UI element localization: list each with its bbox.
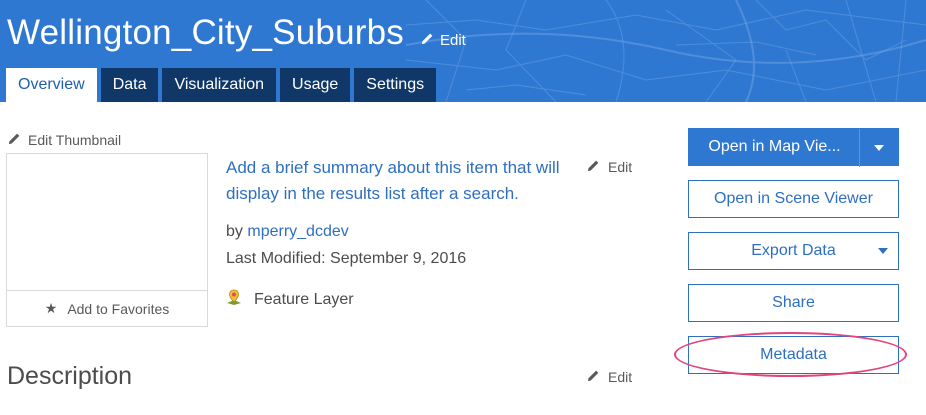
tab-usage[interactable]: Usage <box>280 68 351 102</box>
pencil-icon <box>587 369 600 385</box>
item-header: Wellington_City_Suburbs Edit Overview Da… <box>0 0 926 102</box>
open-in-map-viewer-button[interactable]: Open in Map Vie... <box>688 128 899 167</box>
add-to-favorites-label: Add to Favorites <box>67 300 170 317</box>
owner-line: by mperry_dcdev <box>226 223 349 241</box>
pencil-icon <box>8 132 21 148</box>
description-edit-label: Edit <box>608 369 633 385</box>
description-heading: Description <box>7 362 133 390</box>
summary-edit-button[interactable]: Edit <box>587 159 632 175</box>
feature-layer-icon <box>226 289 242 310</box>
metadata-label: Metadata <box>760 346 827 363</box>
title-edit-label: Edit <box>440 32 466 49</box>
item-type: Feature Layer <box>226 289 354 310</box>
edit-thumbnail-button[interactable]: Edit Thumbnail <box>8 132 121 148</box>
thumbnail-image <box>7 154 207 291</box>
share-button[interactable]: Share <box>688 284 899 322</box>
description-edit-button[interactable]: Edit <box>587 369 632 385</box>
caret-down-icon <box>874 145 884 151</box>
last-modified: Last Modified: September 9, 2016 <box>226 250 467 267</box>
share-label: Share <box>772 294 815 311</box>
tab-settings[interactable]: Settings <box>354 68 437 102</box>
open-in-scene-viewer-label: Open in Scene Viewer <box>714 190 873 207</box>
thumbnail-card: ★ Add to Favorites <box>6 153 208 327</box>
by-prefix: by <box>226 223 243 240</box>
tab-overview[interactable]: Overview <box>6 68 97 102</box>
export-data-button[interactable]: Export Data <box>688 232 899 270</box>
edit-thumbnail-label: Edit Thumbnail <box>28 132 122 148</box>
caret-down-icon <box>878 248 888 254</box>
pencil-icon <box>421 32 434 49</box>
tab-visualization[interactable]: Visualization <box>162 68 277 102</box>
title-edit-button[interactable]: Edit <box>421 32 466 49</box>
pencil-icon <box>587 159 600 175</box>
item-summary: Add a brief summary about this item that… <box>226 158 560 203</box>
star-icon: ★ <box>44 300 58 316</box>
summary-edit-label: Edit <box>608 159 633 175</box>
map-viewer-dropdown-toggle[interactable] <box>859 129 898 167</box>
metadata-button[interactable]: Metadata <box>688 336 899 374</box>
open-in-map-viewer-label: Open in Map Vie... <box>708 138 841 155</box>
header-map-pattern <box>406 0 926 102</box>
open-in-scene-viewer-button[interactable]: Open in Scene Viewer <box>688 180 899 218</box>
export-data-label: Export Data <box>751 242 836 259</box>
page-title: Wellington_City_Suburbs <box>7 13 404 52</box>
tab-data[interactable]: Data <box>100 68 159 102</box>
add-to-favorites-button[interactable]: ★ Add to Favorites <box>7 291 207 326</box>
owner-link[interactable]: mperry_dcdev <box>247 223 348 240</box>
tab-bar: Overview Data Visualization Usage Settin… <box>6 68 437 102</box>
item-type-label: Feature Layer <box>254 290 354 308</box>
